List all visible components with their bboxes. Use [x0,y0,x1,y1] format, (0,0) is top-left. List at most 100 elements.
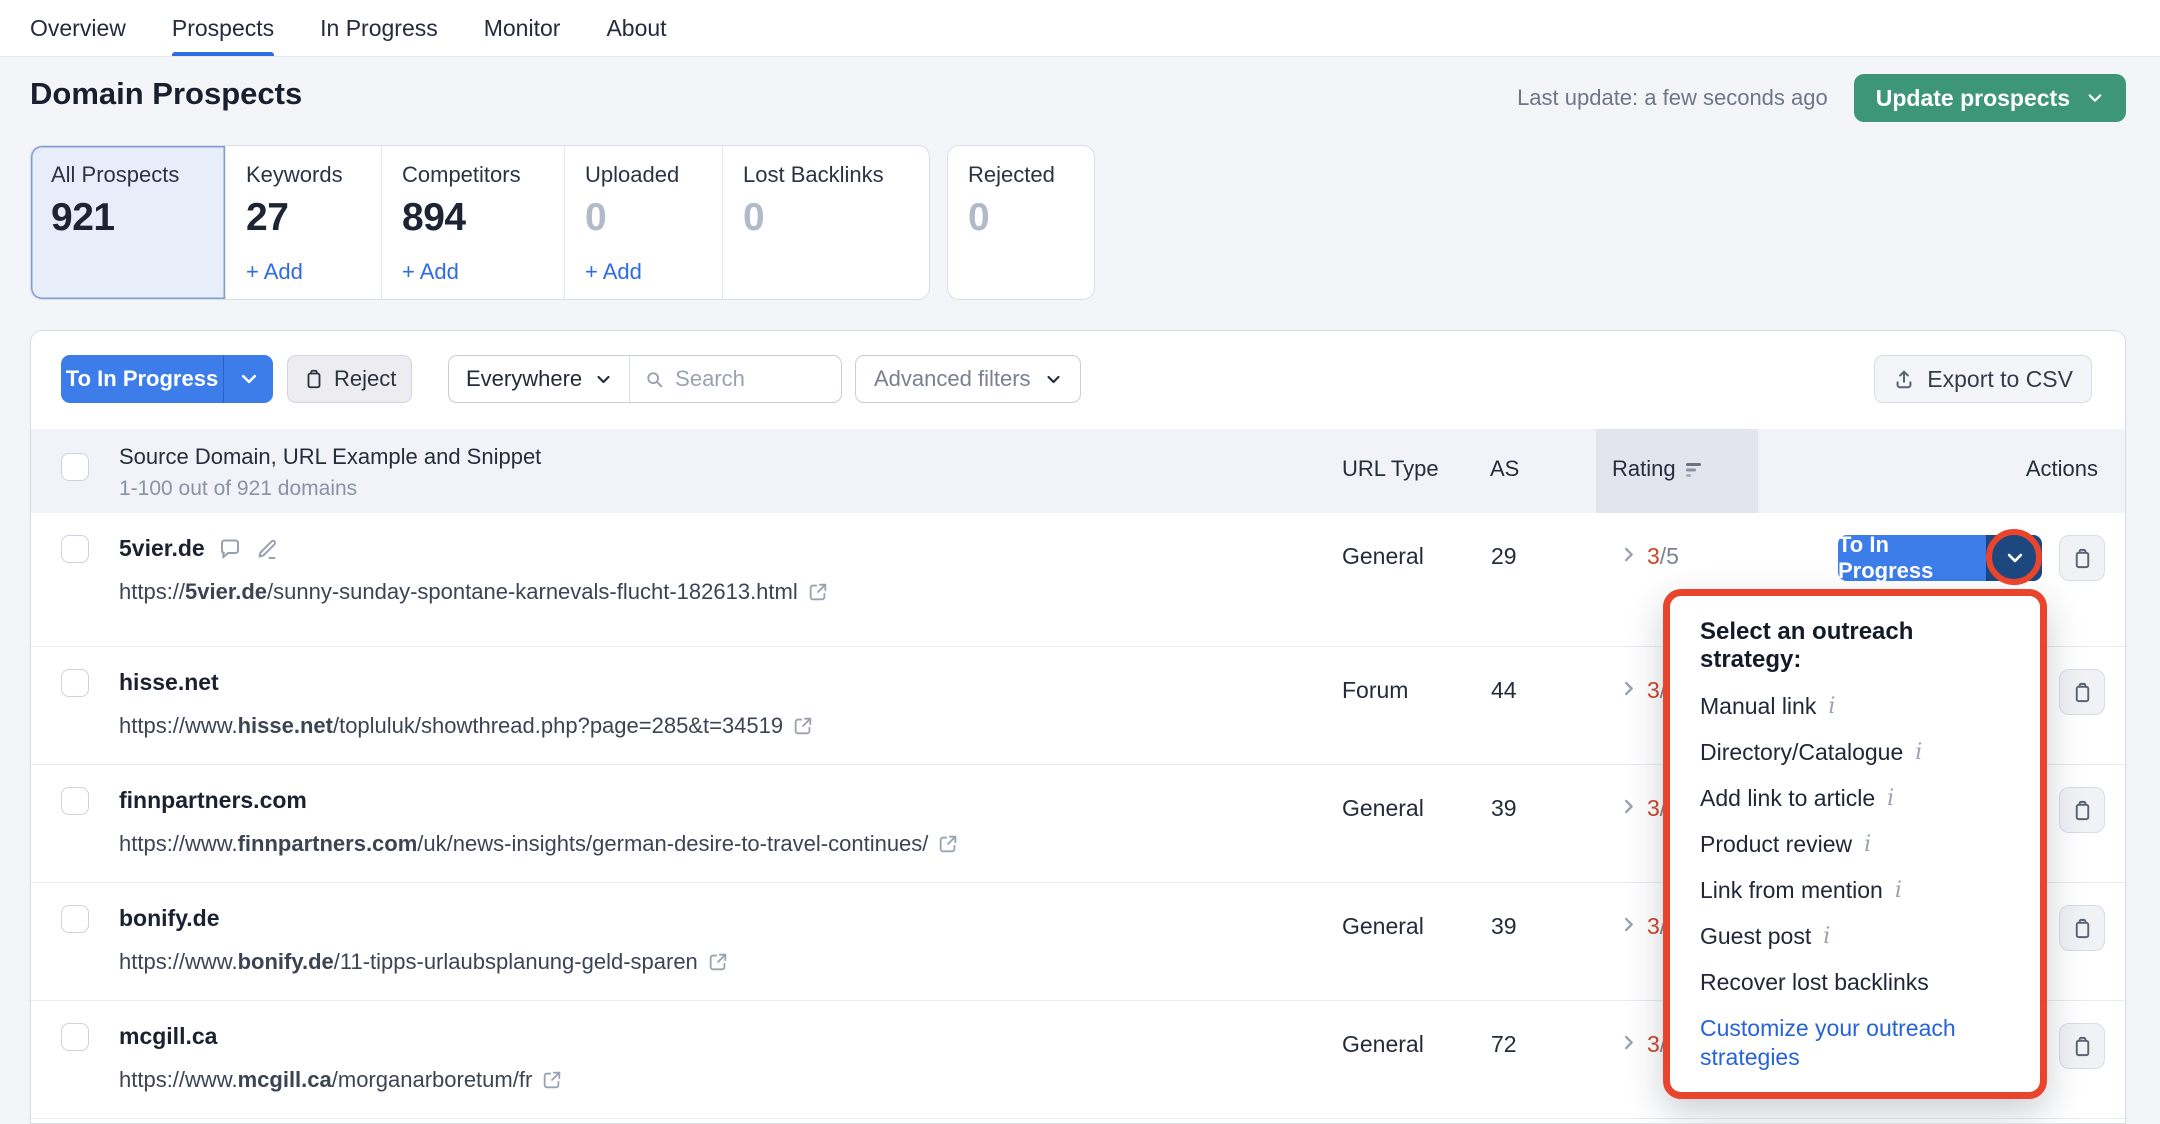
card-label: Competitors [402,162,544,188]
advanced-filters-label: Advanced filters [874,366,1031,392]
strategy-product-review[interactable]: Product reviewi [1700,830,2014,859]
card-lost-backlinks[interactable]: Lost Backlinks 0 [723,146,929,299]
strategy-add-link-to-article[interactable]: Add link to articlei [1700,784,2014,813]
expand-row-icon[interactable] [1619,679,1638,698]
row-url[interactable]: https://www.finnpartners.com/uk/news-ins… [119,831,959,857]
as-value: 39 [1491,913,1517,940]
row-checkbox[interactable] [61,535,89,563]
card-count: 921 [51,196,205,240]
row-url[interactable]: https://www.hisse.net/topluluk/showthrea… [119,713,814,739]
card-count: 27 [246,196,361,240]
row-checkbox[interactable] [61,787,89,815]
update-prospects-button[interactable]: Update prospects [1854,74,2126,122]
domain-name: 5vier.de [119,535,205,562]
column-as: AS [1490,456,1519,482]
delete-row-button[interactable] [2059,905,2105,951]
url-type-value: General [1342,1031,1424,1058]
info-icon[interactable]: i [1823,922,1830,951]
export-label: Export to CSV [1927,366,2073,393]
strategy-directory-catalogue[interactable]: Directory/Cataloguei [1700,738,2014,767]
edit-icon[interactable] [255,537,279,561]
chevron-down-icon[interactable] [223,355,273,403]
row-checkbox[interactable] [61,905,89,933]
delete-row-button[interactable] [2059,1023,2105,1069]
row-to-in-progress-button[interactable]: To In Progress [1838,535,2042,581]
external-link-icon[interactable] [937,833,959,855]
delete-row-button[interactable] [2059,787,2105,833]
advanced-filters-button[interactable]: Advanced filters [855,355,1081,403]
comment-icon[interactable] [218,537,242,561]
domain-name: bonify.de [119,905,220,932]
card-count: 0 [968,196,1074,240]
card-label: Keywords [246,162,361,188]
add-uploaded-link[interactable]: + Add [585,259,642,285]
add-competitors-link[interactable]: + Add [402,259,459,285]
scope-value: Everywhere [466,366,582,392]
reject-button[interactable]: Reject [287,355,412,403]
search-icon [644,369,665,390]
card-label: Lost Backlinks [743,162,909,188]
scope-select[interactable]: Everywhere [449,356,630,402]
customize-strategies-link[interactable]: Customize your outreach strategies [1700,1014,2014,1072]
info-icon[interactable]: i [1887,784,1894,813]
add-keywords-link[interactable]: + Add [246,259,303,285]
info-icon[interactable]: i [1895,876,1902,905]
bulk-to-in-progress-button[interactable]: To In Progress [61,355,273,403]
prospect-source-cards: All Prospects 921 Keywords 27 + Add Comp… [30,145,930,300]
chevron-down-icon [595,371,612,388]
column-url-type: URL Type [1342,456,1439,482]
chevron-down-icon [1045,371,1062,388]
row-action-label: To In Progress [1838,535,1986,581]
card-all-prospects[interactable]: All Prospects 921 [31,146,226,299]
expand-row-icon[interactable] [1619,797,1638,816]
delete-row-button[interactable] [2059,535,2105,581]
info-icon[interactable]: i [1828,692,1835,721]
row-checkbox[interactable] [61,669,89,697]
card-uploaded[interactable]: Uploaded 0 + Add [565,146,723,299]
info-icon[interactable]: i [1915,738,1922,767]
row-url[interactable]: https://5vier.de/sunny-sunday-spontane-k… [119,579,829,605]
tab-about[interactable]: About [606,0,666,56]
expand-row-icon[interactable] [1619,1033,1638,1052]
select-all-checkbox[interactable] [61,453,89,481]
tab-prospects[interactable]: Prospects [172,0,274,56]
card-keywords[interactable]: Keywords 27 + Add [226,146,382,299]
export-to-csv-button[interactable]: Export to CSV [1874,355,2092,403]
external-link-icon[interactable] [541,1069,563,1091]
card-count: 0 [585,196,702,240]
as-value: 44 [1491,677,1517,704]
strategy-manual-link[interactable]: Manual linki [1700,692,2014,721]
card-label: Rejected [968,162,1074,188]
expand-row-icon[interactable] [1619,545,1638,564]
last-update-text: Last update: a few seconds ago [1517,85,1828,111]
card-rejected[interactable]: Rejected 0 [947,145,1095,300]
column-rating[interactable]: Rating [1612,456,1704,482]
card-competitors[interactable]: Competitors 894 + Add [382,146,565,299]
row-checkbox[interactable] [61,1023,89,1051]
delete-row-button[interactable] [2059,669,2105,715]
domain-name: hisse.net [119,669,219,696]
update-prospects-label: Update prospects [1876,85,2070,112]
rating-header-label: Rating [1612,456,1676,482]
url-type-value: General [1342,543,1424,570]
strategy-recover-lost-backlinks[interactable]: Recover lost backlinks [1700,968,2014,997]
url-type-value: Forum [1342,677,1408,704]
row-url[interactable]: https://www.bonify.de/11-tipps-urlaubspl… [119,949,729,975]
search-box[interactable] [630,356,841,402]
strategy-link-from-mention[interactable]: Link from mentioni [1700,876,2014,905]
chevron-down-icon[interactable] [1986,535,2042,581]
external-link-icon[interactable] [807,581,829,603]
tab-in-progress[interactable]: In Progress [320,0,438,56]
expand-row-icon[interactable] [1619,915,1638,934]
chevron-down-icon [2086,89,2104,107]
tab-monitor[interactable]: Monitor [484,0,561,56]
url-type-value: General [1342,913,1424,940]
as-value: 39 [1491,795,1517,822]
tab-overview[interactable]: Overview [30,0,126,56]
row-url[interactable]: https://www.mcgill.ca/morganarboretum/fr [119,1067,563,1093]
search-input[interactable] [675,366,827,392]
external-link-icon[interactable] [792,715,814,737]
external-link-icon[interactable] [707,951,729,973]
info-icon[interactable]: i [1864,830,1871,859]
strategy-guest-post[interactable]: Guest posti [1700,922,2014,951]
